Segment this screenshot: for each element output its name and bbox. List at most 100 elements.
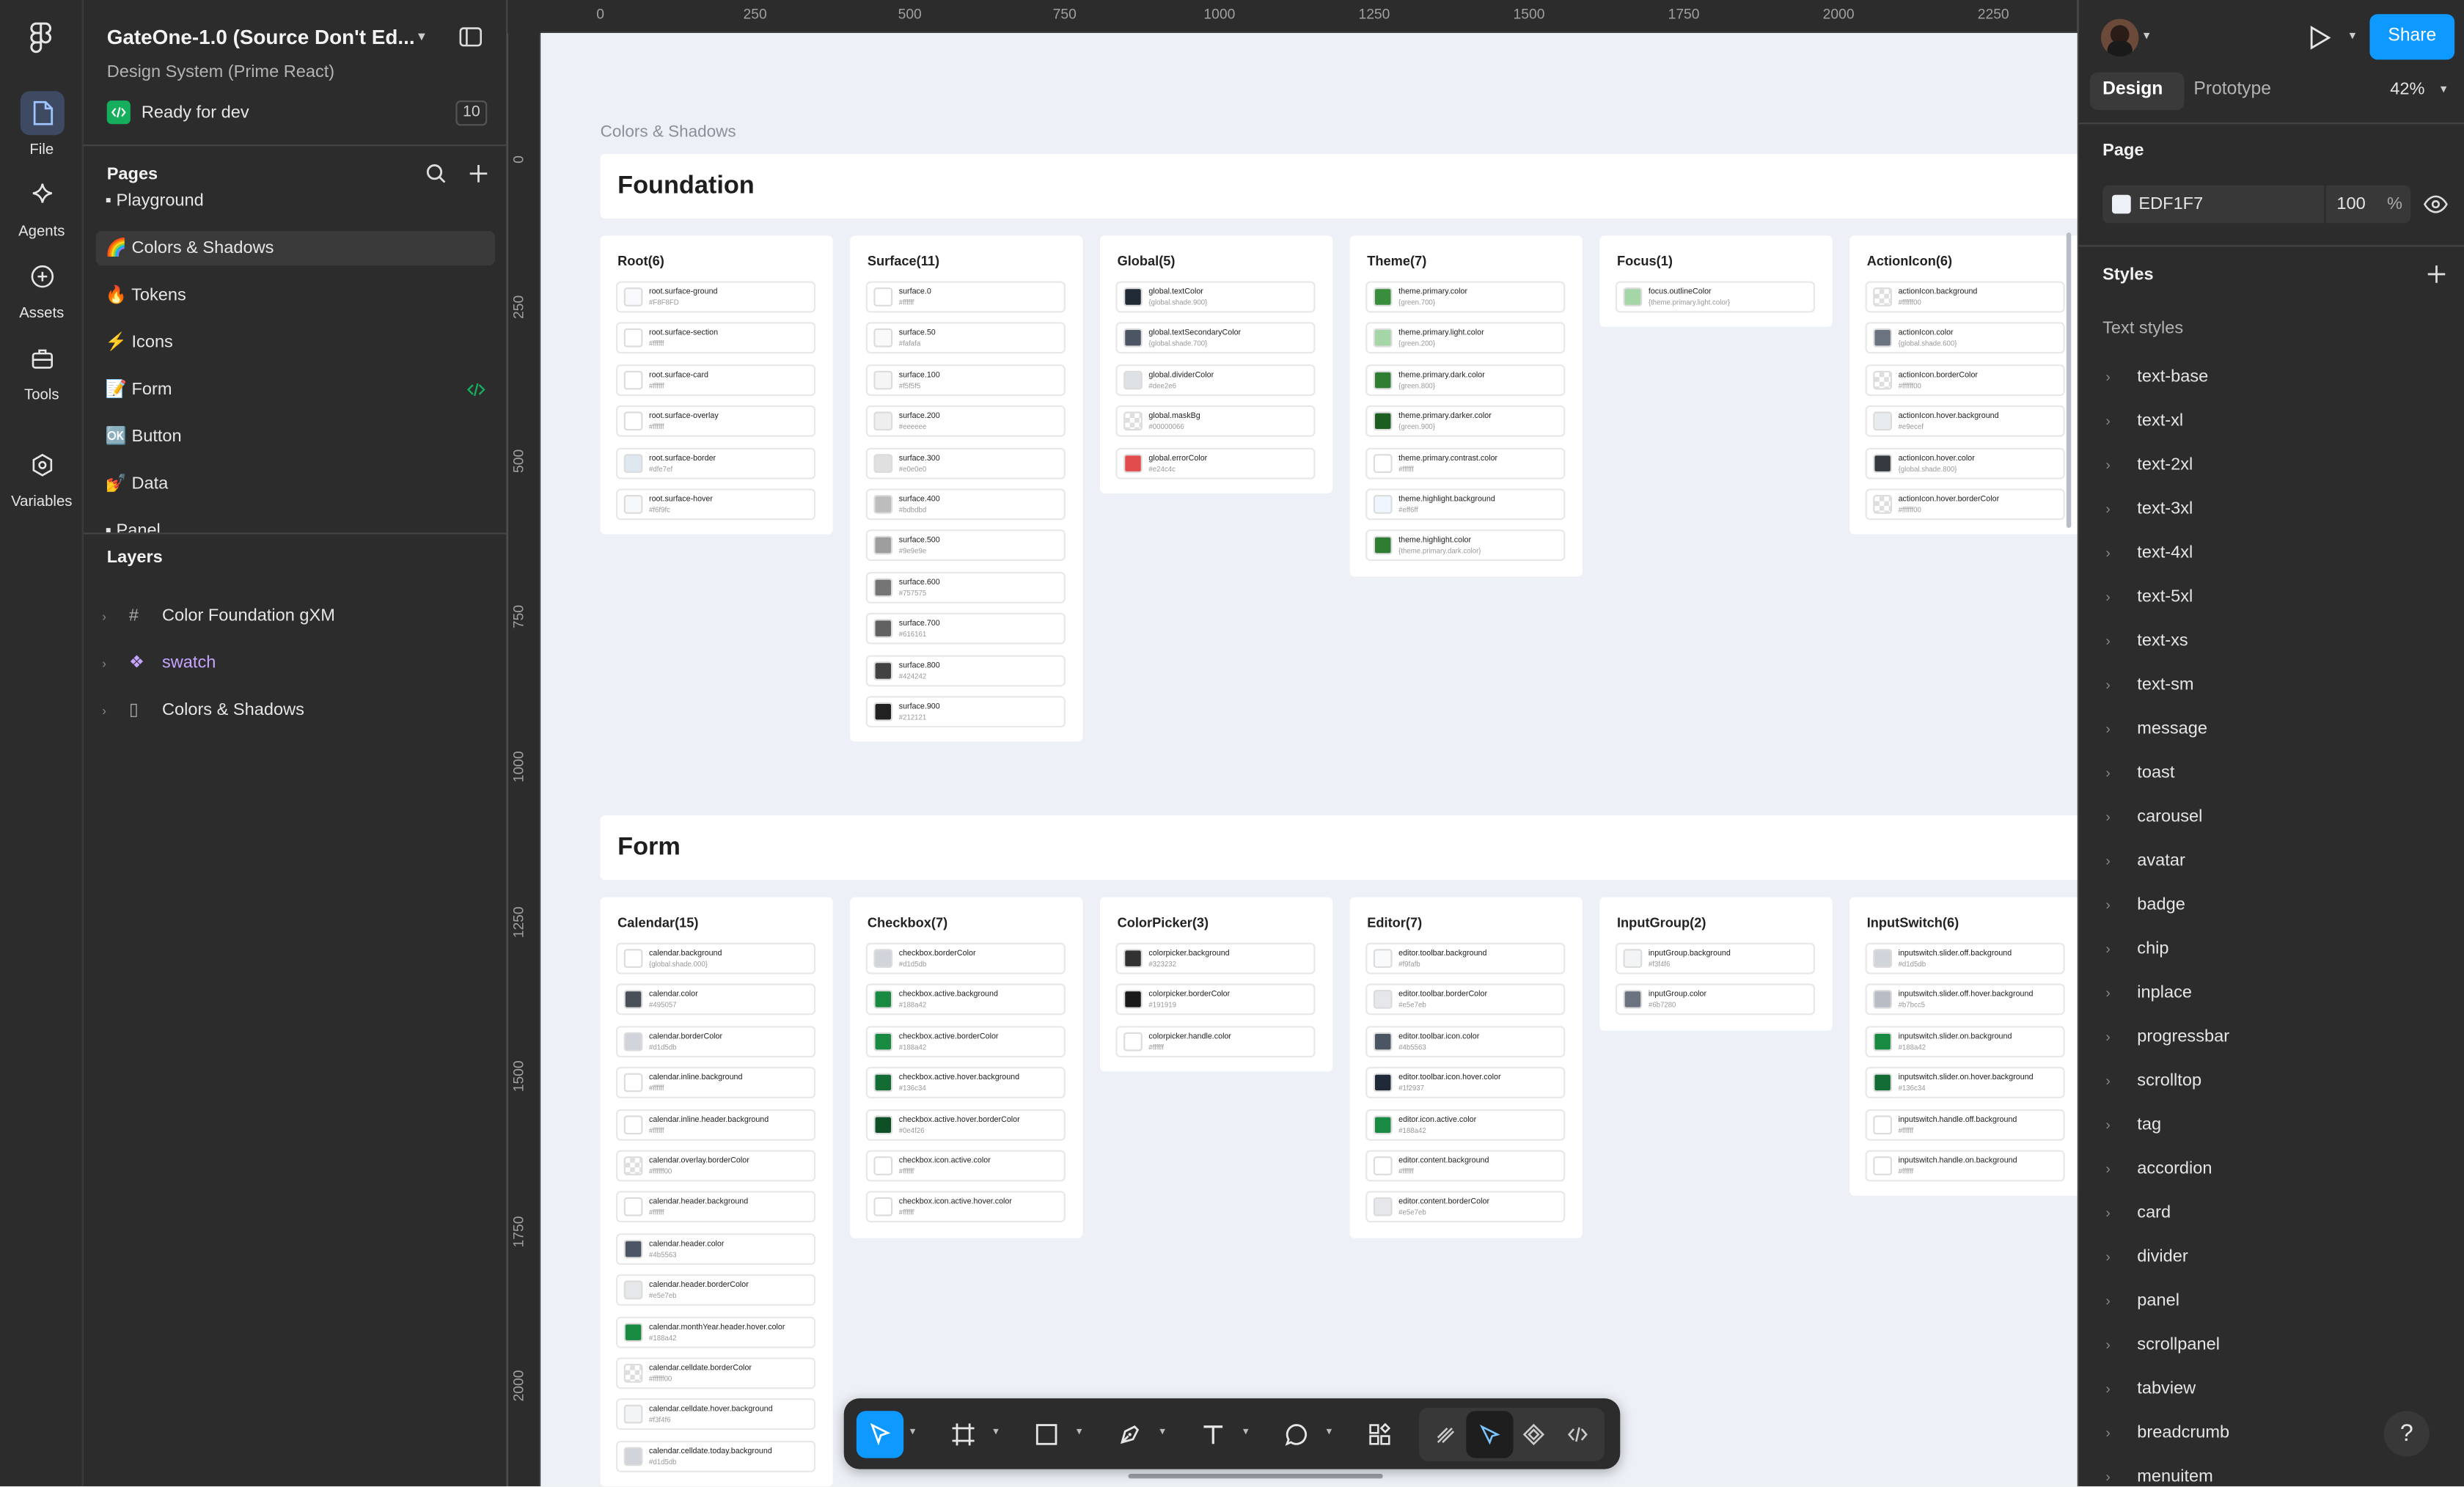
swatch-row[interactable]: editor.content.borderColor #e5e7eb [1365,1192,1566,1223]
swatch-row[interactable]: theme.primary.contrast.color #ffffff [1365,447,1566,479]
text-style-item[interactable]: › text-2xl [2105,449,2193,481]
swatch-row[interactable]: theme.highlight.color {theme.primary.dark… [1365,529,1566,562]
chevron-right-icon[interactable]: › [2105,625,2137,657]
share-button[interactable]: Share [2369,14,2455,60]
swatch-row[interactable]: checkbox.active.hover.background #136c34 [865,1067,1066,1099]
swatch-row[interactable]: editor.toolbar.icon.color #4b5563 [1365,1025,1566,1057]
chevron-right-icon[interactable]: › [2105,405,2137,437]
text-style-item[interactable]: › text-xl [2105,405,2183,437]
chevron-right-icon[interactable]: › [102,602,124,634]
page-item-panel[interactable]: ▪ Panel [96,514,495,532]
chevron-right-icon[interactable]: › [2105,1373,2137,1405]
frame-tool-button[interactable] [939,1411,986,1458]
swatch-row[interactable]: checkbox.borderColor #d1d5db [865,942,1066,974]
draw-mode-button[interactable] [1422,1411,1469,1458]
dev-status[interactable]: Ready for dev [142,103,249,122]
swatch-row[interactable]: calendar.overlay.borderColor #ffffff00 [616,1150,816,1182]
swatch-row[interactable]: surface.100 #f5f5f5 [865,364,1066,396]
swatch-row[interactable]: colorpicker.background #323232 [1115,942,1316,974]
swatch-row[interactable]: editor.content.background #ffffff [1365,1150,1566,1182]
swatch-row[interactable]: calendar.header.background #ffffff [616,1192,816,1223]
token-card[interactable]: Root(6) root.surface-ground #F8F8FD root.su… [600,235,833,535]
add-style-icon[interactable] [2427,264,2447,284]
chevron-right-icon[interactable]: › [2105,1065,2137,1097]
token-card[interactable]: ColorPicker(3) colorpicker.background #323… [1100,897,1333,1072]
rail-item-agents[interactable]: Agents [0,173,84,241]
page-item-icons[interactable]: ⚡ Icons [96,326,495,360]
present-icon[interactable] [2307,25,2332,50]
swatch-row[interactable]: root.surface-hover #f6f9fc [616,488,816,521]
swatch-row[interactable]: surface.200 #eeeeee [865,405,1066,438]
chevron-right-icon[interactable]: › [2105,977,2137,1009]
figma-logo-icon[interactable] [22,19,59,56]
text-style-item[interactable]: › tag [2105,1109,2161,1141]
swatch-row[interactable]: actionIcon.hover.borderColor #ffffff00 [1865,488,2065,521]
pen-tool-button[interactable] [1107,1411,1154,1458]
token-card[interactable]: ActionIcon(6) actionIcon.background #fffff… [1849,235,2078,535]
text-style-item[interactable]: › menuitem [2105,1461,2212,1486]
swatch-row[interactable]: surface.0 #ffffff [865,281,1066,313]
comment-tool-button[interactable] [1273,1411,1320,1458]
text-style-item[interactable]: › text-base [2105,361,2208,393]
swatch-row[interactable]: inputswitch.slider.on.background #188a42 [1865,1025,2065,1057]
swatch-row[interactable]: calendar.header.borderColor #e5e7eb [616,1274,816,1307]
canvas[interactable]: Colors & Shadows Foundation Root(6) root.s… [507,0,2078,1487]
swatch-row[interactable]: inputswitch.slider.on.hover.background #1… [1865,1067,2065,1099]
rail-item-file[interactable]: File [0,91,84,158]
move-tool-button[interactable] [856,1411,904,1458]
swatch-row[interactable]: theme.primary.light.color {green.200} [1365,323,1566,354]
add-page-icon[interactable] [469,164,489,184]
swatch-row[interactable]: calendar.color #495057 [616,984,816,1016]
page-item-button[interactable]: 🆗 Button [96,419,495,454]
swatch-row[interactable]: root.surface-ground #F8F8FD [616,281,816,313]
file-title[interactable]: GateOne-1.0 (Source Don't Ed... [107,25,415,48]
text-style-item[interactable]: › scrolltop [2105,1065,2201,1097]
swatch-row[interactable]: surface.700 #616161 [865,613,1066,645]
swatch-row[interactable]: checkbox.icon.active.hover.color #ffffff [865,1192,1066,1223]
help-button[interactable]: ? [2383,1411,2430,1457]
chevron-right-icon[interactable]: › [2105,801,2137,833]
layer-item-color-foundation[interactable]: › # Color Foundation gXM [102,601,335,632]
swatch-row[interactable]: inputswitch.handle.off.background #ffffff [1865,1108,2065,1140]
chevron-down-icon[interactable]: ▾ [418,29,425,46]
chevron-right-icon[interactable]: › [2105,537,2137,569]
project-name[interactable]: Design System (Prime React) [107,63,334,82]
layer-item-colors-shadows[interactable]: › ▯ Colors & Shadows [102,694,304,726]
chevron-down-icon[interactable]: ▾ [2350,29,2356,43]
token-card[interactable]: Theme(7) theme.primary.color {green.700} th… [1349,235,1583,576]
chevron-right-icon[interactable]: › [2105,1417,2137,1449]
text-style-item[interactable]: › card [2105,1197,2171,1229]
text-style-item[interactable]: › panel [2105,1285,2179,1317]
avatar[interactable] [2101,18,2139,57]
swatch-row[interactable]: calendar.borderColor #d1d5db [616,1025,816,1057]
actions-tool-button[interactable] [1356,1411,1403,1458]
swatch-row[interactable]: root.surface-overlay #ffffff [616,405,816,438]
chevron-down-icon[interactable]: ▾ [1327,1425,1332,1438]
swatch-row[interactable]: global.textSecondaryColor {global.shade.7… [1115,323,1316,354]
swatch-row[interactable]: root.surface-section #ffffff [616,323,816,354]
chevron-down-icon[interactable]: ▾ [2144,29,2150,43]
text-style-item[interactable]: › avatar [2105,845,2185,877]
swatch-row[interactable]: global.dividerColor #dee2e6 [1115,364,1316,396]
chevron-down-icon[interactable]: ▾ [1243,1425,1249,1438]
chevron-right-icon[interactable]: › [2105,581,2137,613]
chevron-right-icon[interactable]: › [2105,1461,2137,1486]
page-color-field[interactable]: EDF1F7 100 % [2102,185,2411,224]
chevron-down-icon[interactable]: ▾ [2441,81,2447,95]
swatch-row[interactable]: global.errorColor #e24c4c [1115,447,1316,479]
chevron-right-icon[interactable]: › [2105,1241,2137,1273]
swatch-row[interactable]: editor.toolbar.borderColor #e5e7eb [1365,984,1566,1016]
text-style-item[interactable]: › toast [2105,757,2174,789]
text-style-item[interactable]: › text-5xl [2105,581,2193,613]
text-style-item[interactable]: › progressbar [2105,1021,2229,1053]
design-mode-button[interactable] [1466,1411,1514,1458]
swatch-row[interactable]: actionIcon.borderColor #ffffff00 [1865,364,2065,396]
token-card[interactable]: Editor(7) editor.toolbar.background #f9faf… [1349,897,1583,1238]
swatch-row[interactable]: theme.primary.dark.color {green.800} [1365,364,1566,396]
swatch-row[interactable]: surface.600 #757575 [865,571,1066,603]
swatch-row[interactable]: root.surface-card #ffffff [616,364,816,396]
chevron-right-icon[interactable]: › [2105,933,2137,965]
swatch-row[interactable]: checkbox.active.hover.borderColor #0e4f26 [865,1108,1066,1140]
layer-item-swatch[interactable]: › ❖ swatch [102,647,216,679]
chevron-right-icon[interactable]: › [102,649,124,680]
